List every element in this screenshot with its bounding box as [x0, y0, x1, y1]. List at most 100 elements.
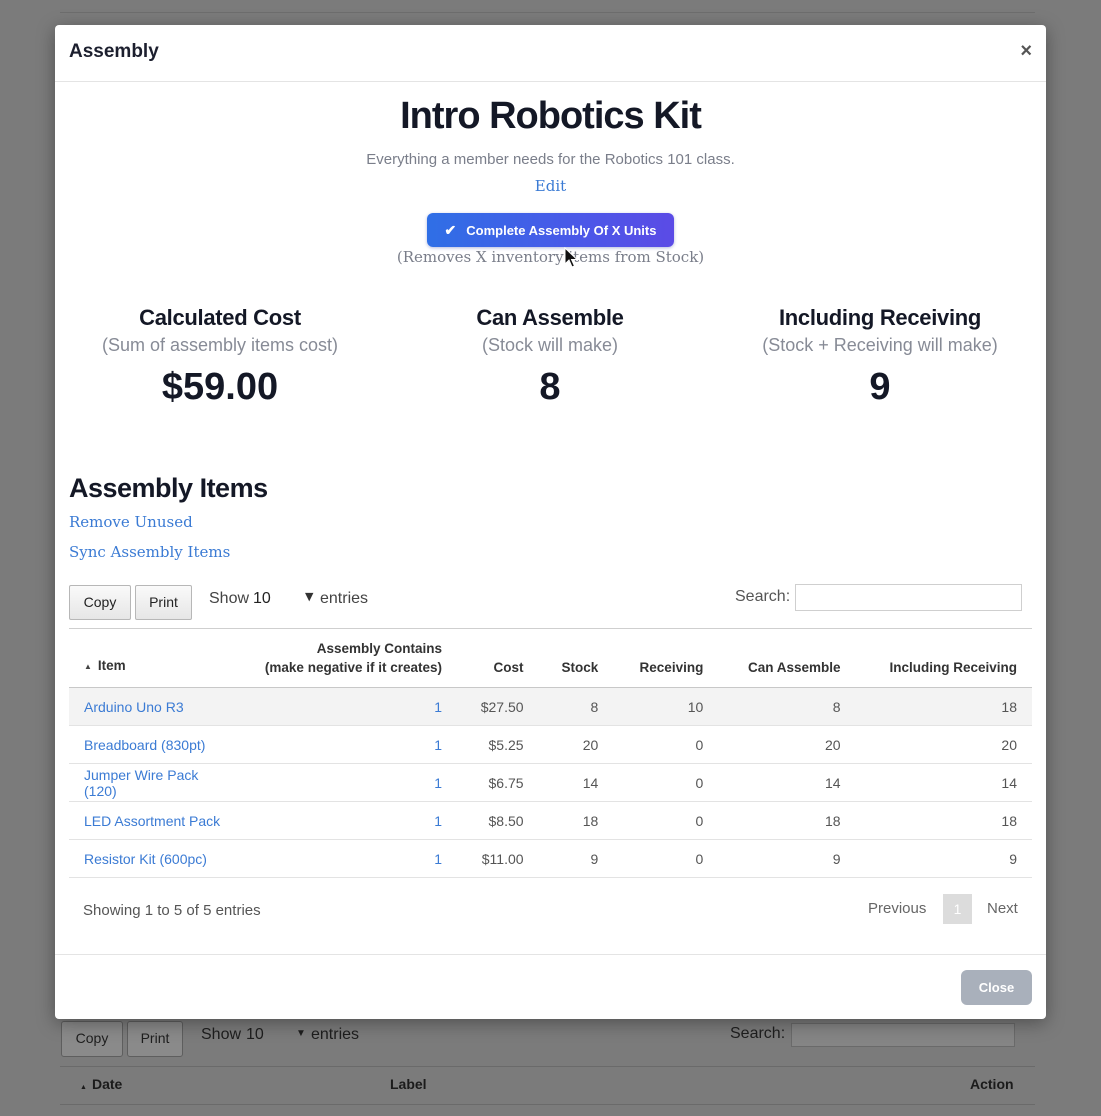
modal-close-icon[interactable]: ×	[1020, 40, 1032, 63]
contains-cell: 1	[249, 687, 457, 726]
background-search-input	[791, 1023, 1015, 1047]
receiving-cell: 0	[613, 801, 719, 840]
background-col-date: Date	[92, 1076, 123, 1092]
background-copy-button: Copy	[61, 1021, 123, 1057]
kit-description: Everything a member needs for the Roboti…	[366, 151, 735, 168]
mouse-cursor-icon	[564, 247, 578, 268]
assembly-modal: Assembly × Intro Robotics Kit Everything…	[55, 25, 1046, 1019]
background-table-rule	[60, 1066, 1035, 1067]
stat-can-assemble: Can Assemble (Stock will make) 8	[385, 305, 715, 409]
background-chevron-down-icon: ▼	[296, 1028, 306, 1039]
background-search-label: Search:	[730, 1025, 786, 1042]
modal-footer: Close	[55, 954, 1046, 1020]
receiving-cell: 10	[613, 687, 719, 726]
col-stock-header[interactable]: Stock	[539, 629, 614, 688]
search-input[interactable]	[795, 584, 1022, 611]
item-link[interactable]: Breadboard (830pt)	[84, 737, 205, 753]
col-receiving-header[interactable]: Receiving	[613, 629, 718, 688]
search-label: Search:	[735, 588, 791, 605]
contains-cell: 1	[249, 725, 457, 764]
pagination-previous[interactable]: Previous	[868, 900, 926, 917]
cost-cell: $27.50	[457, 687, 539, 726]
including-receiving-cell: 9	[855, 839, 1032, 878]
complete-assembly-label: Complete Assembly Of X Units	[466, 222, 657, 238]
col-contains-line2: (make negative if it creates)	[264, 660, 442, 675]
cost-cell: $8.50	[457, 801, 539, 840]
item-link[interactable]: Jumper Wire Pack (120)	[84, 767, 198, 799]
item-cell: Arduino Uno R3	[69, 687, 249, 726]
table-row: Resistor Kit (600pc) 1 $11.00 9 0 9 9	[69, 839, 1032, 878]
stat-value: 8	[539, 366, 561, 408]
section-title-assembly-items: Assembly Items	[69, 473, 268, 503]
item-link[interactable]: LED Assortment Pack	[84, 813, 220, 829]
background-table-rule-2	[60, 1104, 1035, 1105]
background-print-button: Print	[127, 1021, 183, 1057]
can-assemble-cell: 8	[718, 687, 856, 726]
including-receiving-cell: 18	[855, 801, 1032, 840]
complete-assembly-note: (Removes X inventory items from Stock)	[396, 248, 705, 266]
can-assemble-cell: 18	[718, 801, 856, 840]
item-cell: Breadboard (830pt)	[69, 725, 249, 764]
can-assemble-cell: 20	[718, 725, 856, 764]
background-sort-icon: ▲	[80, 1084, 87, 1091]
contains-link[interactable]: 1	[434, 813, 442, 829]
assembly-items-table: ▲ Item Assembly Contains (make negative i…	[69, 628, 1032, 878]
contains-link[interactable]: 1	[434, 851, 442, 867]
receiving-cell: 0	[613, 763, 719, 802]
sort-ascending-icon: ▲	[84, 662, 92, 671]
modal-header: Assembly ×	[55, 25, 1046, 82]
background-col-action: Action	[970, 1076, 1014, 1092]
kit-title: Intro Robotics Kit	[400, 95, 702, 137]
check-icon: ✔	[444, 221, 457, 238]
col-contains-header[interactable]: Assembly Contains (make negative if it c…	[249, 629, 457, 688]
col-can-assemble-header[interactable]: Can Assemble	[718, 629, 855, 688]
including-receiving-cell: 14	[855, 763, 1032, 802]
contains-cell: 1	[249, 839, 457, 878]
item-cell: Jumper Wire Pack (120)	[69, 763, 249, 802]
cost-cell: $11.00	[457, 839, 539, 878]
item-link[interactable]: Arduino Uno R3	[84, 699, 184, 715]
pagination-next[interactable]: Next	[987, 900, 1018, 917]
including-receiving-cell: 20	[855, 725, 1032, 764]
entries-label: entries	[320, 590, 369, 607]
contains-link[interactable]: 1	[434, 699, 442, 715]
stock-cell: 18	[538, 801, 614, 840]
stock-cell: 9	[538, 839, 614, 878]
col-item-header[interactable]: ▲ Item	[69, 629, 249, 688]
can-assemble-cell: 14	[718, 763, 856, 802]
background-show-value: 10	[246, 1026, 264, 1043]
stat-title: Including Receiving	[778, 305, 982, 330]
complete-assembly-button[interactable]: ✔ Complete Assembly Of X Units	[427, 213, 674, 247]
remove-unused-link[interactable]: Remove Unused	[69, 513, 193, 531]
background-divider	[60, 12, 1035, 13]
item-link[interactable]: Resistor Kit (600pc)	[84, 851, 207, 867]
cost-cell: $6.75	[457, 763, 539, 802]
copy-button[interactable]: Copy	[69, 585, 131, 620]
table-row: Jumper Wire Pack (120) 1 $6.75 14 0 14 1…	[69, 763, 1032, 802]
contains-cell: 1	[249, 801, 457, 840]
item-cell: Resistor Kit (600pc)	[69, 839, 249, 878]
table-info: Showing 1 to 5 of 5 entries	[83, 902, 261, 919]
stat-subtitle: (Sum of assembly items cost)	[101, 335, 339, 355]
contains-link[interactable]: 1	[434, 775, 442, 791]
table-row: Arduino Uno R3 1 $27.50 8 10 8 18	[69, 687, 1032, 726]
stat-subtitle: (Stock + Receiving will make)	[762, 335, 998, 355]
close-button[interactable]: Close	[961, 970, 1032, 1005]
table-row: Breadboard (830pt) 1 $5.25 20 0 20 20	[69, 725, 1032, 764]
background-show-label: Show	[201, 1026, 242, 1043]
background-entries-label: entries	[311, 1026, 360, 1043]
receiving-cell: 0	[613, 725, 719, 764]
contains-link[interactable]: 1	[434, 737, 442, 753]
edit-link: Edit	[55, 177, 1046, 195]
print-button[interactable]: Print	[135, 585, 192, 620]
stat-calculated-cost: Calculated Cost (Sum of assembly items c…	[55, 305, 385, 409]
edit-link-text[interactable]: Edit	[535, 177, 566, 195]
stat-subtitle: (Stock will make)	[481, 335, 619, 355]
pagination-page-1[interactable]: 1	[943, 894, 972, 924]
col-contains-line1: Assembly Contains	[316, 641, 442, 656]
sync-assembly-items-link[interactable]: Sync Assembly Items	[69, 543, 230, 561]
col-cost-header[interactable]: Cost	[457, 629, 539, 688]
including-receiving-cell: 18	[855, 687, 1032, 726]
col-including-receiving-header[interactable]: Including Receiving	[856, 629, 1032, 688]
stock-cell: 8	[538, 687, 614, 726]
